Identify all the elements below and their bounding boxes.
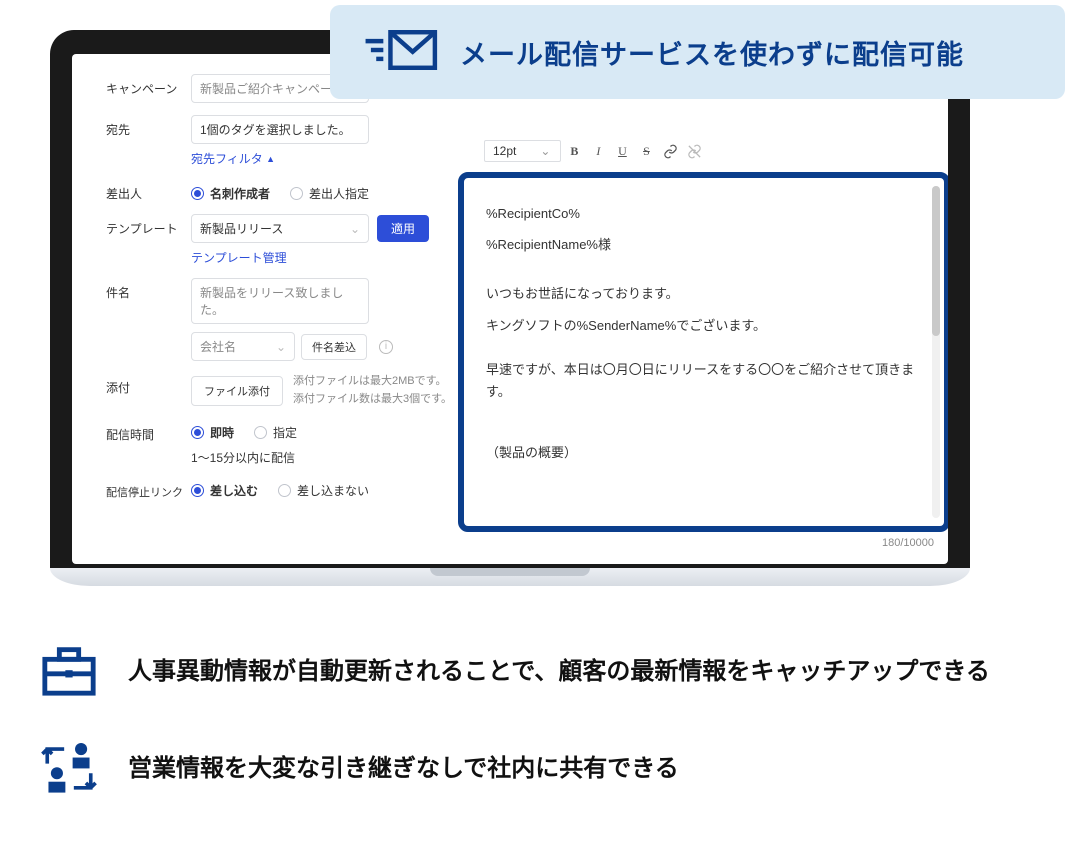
sender-label: 差出人 [106, 179, 191, 202]
subject-insert-button[interactable]: 件名差込 [301, 334, 367, 360]
template-value: 新製品リリース [200, 220, 283, 237]
campaign-label: キャンペーン [106, 74, 191, 97]
app-screen: キャンペーン 新製品ご紹介キャンペー 宛先 1個のタグを選択しました。 宛先フィ… [72, 54, 948, 564]
body-line-intro-text: 早速ですが、本日は〇月〇日にリリースをする〇〇をご紹介させて頂きます。 [486, 359, 922, 403]
template-select[interactable]: 新製品リリース ⌄ [191, 214, 369, 243]
mail-body-editor[interactable]: %RecipientCo% %RecipientName%様 いつもお世話になっ… [458, 172, 948, 532]
attach-note-1: 添付ファイルは最大2MBです。 [293, 373, 452, 391]
schedule-radio-specify[interactable]: 指定 [254, 424, 297, 441]
chevron-down-icon: ⌄ [350, 222, 360, 236]
sender-radio-specify[interactable]: 差出人指定 [290, 185, 369, 202]
chevron-up-icon: ▲ [266, 154, 275, 164]
unlink-icon[interactable] [683, 140, 705, 162]
underline-button[interactable]: U [611, 140, 633, 162]
people-swap-icon [40, 737, 98, 800]
template-apply-button[interactable]: 適用 [377, 215, 429, 242]
schedule-label: 配信時間 [106, 420, 191, 443]
feature-item-sales-sharing: 営業情報を大変な引き継ぎなしで社内に共有できる [40, 737, 1030, 800]
feature-item-hr-updates: 人事異動情報が自動更新されることで、顧客の最新情報をキャッチアップできる [40, 640, 1030, 703]
subject-input[interactable]: 新製品をリリース致しました。 [191, 278, 369, 324]
feature-text-1: 人事異動情報が自動更新されることで、顧客の最新情報をキャッチアップできる [128, 654, 990, 690]
file-attach-button[interactable]: ファイル添付 [191, 376, 283, 406]
radio-dot-icon [191, 187, 204, 200]
schedule-opt1-label: 即時 [210, 424, 234, 441]
optout-radio-insert[interactable]: 差し込む [191, 482, 258, 499]
headline-banner: メール配信サービスを使わずに配信可能 [330, 5, 1065, 99]
subject-company-select[interactable]: 会社名 ⌄ [191, 332, 295, 361]
feature-list: 人事異動情報が自動更新されることで、顧客の最新情報をキャッチアップできる 営業情… [40, 640, 1030, 834]
optout-opt2-label: 差し込まない [297, 482, 369, 499]
template-manage-link[interactable]: テンプレート管理 [191, 251, 287, 265]
italic-button[interactable]: I [587, 140, 609, 162]
mail-send-icon [362, 22, 442, 83]
info-icon[interactable]: i [379, 340, 393, 354]
to-label: 宛先 [106, 115, 191, 138]
attach-note-2: 添付ファイル数は最大3個です。 [293, 391, 452, 409]
chevron-down-icon: ⌄ [540, 144, 550, 158]
bold-button[interactable]: B [563, 140, 585, 162]
subject-label: 件名 [106, 278, 191, 301]
subject-company-placeholder: 会社名 [200, 338, 236, 355]
radio-dot-icon [254, 426, 267, 439]
body-line-recipient-co: %RecipientCo% [486, 198, 922, 229]
body-line-sender-intro: キングソフトの%SenderName%でございます。 [486, 310, 922, 341]
to-input[interactable]: 1個のタグを選択しました。 [191, 115, 369, 144]
radio-dot-icon [290, 187, 303, 200]
briefcase-icon [40, 640, 98, 703]
editor-toolbar: 12pt ⌄ B I U S [484, 140, 705, 162]
feature-text-2: 営業情報を大変な引き継ぎなしで社内に共有できる [128, 751, 679, 787]
laptop-mockup: キャンペーン 新製品ご紹介キャンペー 宛先 1個のタグを選択しました。 宛先フィ… [50, 30, 970, 586]
optout-label: 配信停止リンク [106, 478, 191, 500]
chevron-down-icon: ⌄ [276, 340, 286, 354]
body-line-recipient-name: %RecipientName%様 [486, 229, 922, 260]
body-line-product-overview: （製品の概要） [486, 437, 922, 468]
headline-text: メール配信サービスを使わずに配信可能 [460, 33, 964, 72]
sender-radio-card-creator[interactable]: 名刺作成者 [191, 185, 270, 202]
sender-opt2-label: 差出人指定 [309, 185, 369, 202]
scrollbar[interactable] [932, 186, 940, 518]
char-counter: 180/10000 [882, 537, 934, 549]
schedule-opt2-label: 指定 [273, 424, 297, 441]
laptop-base [50, 568, 970, 586]
optout-opt1-label: 差し込む [210, 482, 258, 499]
font-size-select[interactable]: 12pt ⌄ [484, 140, 561, 162]
strike-button[interactable]: S [635, 140, 657, 162]
sender-opt1-label: 名刺作成者 [210, 185, 270, 202]
radio-dot-icon [278, 484, 291, 497]
body-line-greeting: いつもお世話になっております。 [486, 278, 922, 309]
radio-dot-icon [191, 484, 204, 497]
radio-dot-icon [191, 426, 204, 439]
recipient-filter-link[interactable]: 宛先フィルタ ▲ [191, 152, 275, 166]
schedule-radio-immediate[interactable]: 即時 [191, 424, 234, 441]
template-label: テンプレート [106, 214, 191, 237]
font-size-value: 12pt [493, 144, 516, 158]
recipient-filter-text: 宛先フィルタ [191, 152, 263, 166]
attach-label: 添付 [106, 373, 191, 396]
screen-bezel: キャンペーン 新製品ご紹介キャンペー 宛先 1個のタグを選択しました。 宛先フィ… [50, 30, 970, 568]
link-icon[interactable] [659, 140, 681, 162]
optout-radio-no-insert[interactable]: 差し込まない [278, 482, 369, 499]
